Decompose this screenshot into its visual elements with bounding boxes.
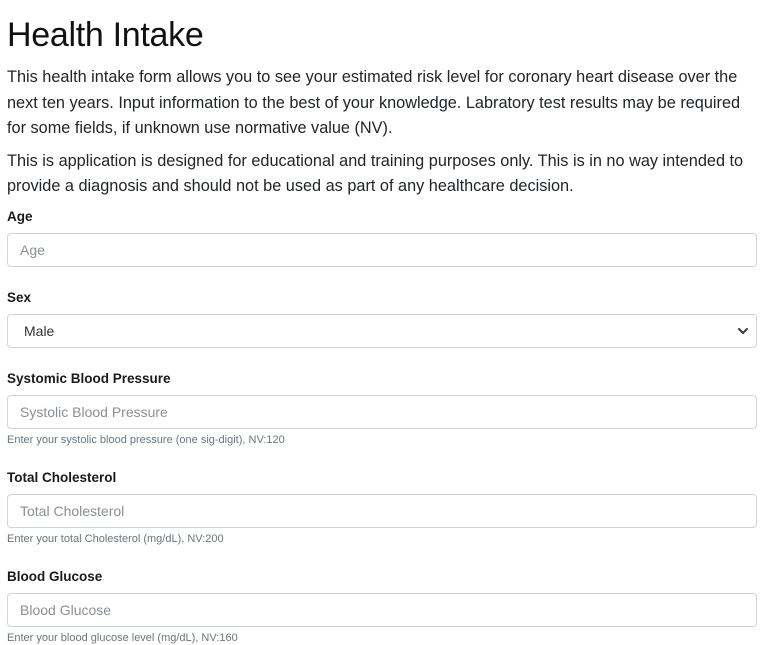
page-title: Health Intake (7, 16, 204, 54)
intro-paragraph: This health intake form allows you to se… (7, 68, 741, 137)
sex-select-wrapper: Male (7, 313, 757, 348)
sex-select[interactable]: Male (7, 313, 757, 348)
sex-field-group: Sex Male (7, 289, 757, 348)
cholesterol-field-group: Total Cholesterol Enter your total Chole… (7, 469, 757, 546)
disclaimer-paragraph: This is application is designed for educ… (7, 151, 744, 196)
health-intake-page: Health Intake This health intake form al… (0, 0, 769, 644)
systolic-label: Systomic Blood Pressure (7, 370, 171, 386)
cholesterol-label: Total Cholesterol (7, 469, 117, 485)
age-field-group: Age (7, 208, 757, 267)
glucose-field-group: Blood Glucose Enter your blood glucose l… (7, 568, 757, 645)
cholesterol-input[interactable] (7, 493, 757, 528)
glucose-help-text: Enter your blood glucose level (mg/dL), … (7, 631, 238, 644)
cholesterol-help-text: Enter your total Cholesterol (mg/dL), NV… (7, 532, 224, 545)
systolic-field-group: Systomic Blood Pressure Enter your systo… (7, 370, 757, 447)
age-input[interactable] (7, 232, 757, 267)
glucose-input[interactable] (7, 592, 757, 627)
age-label: Age (7, 208, 33, 224)
sex-label: Sex (7, 289, 32, 305)
glucose-label: Blood Glucose (7, 568, 103, 584)
systolic-help-text: Enter your systolic blood pressure (one … (7, 433, 285, 446)
systolic-input[interactable] (7, 394, 757, 429)
